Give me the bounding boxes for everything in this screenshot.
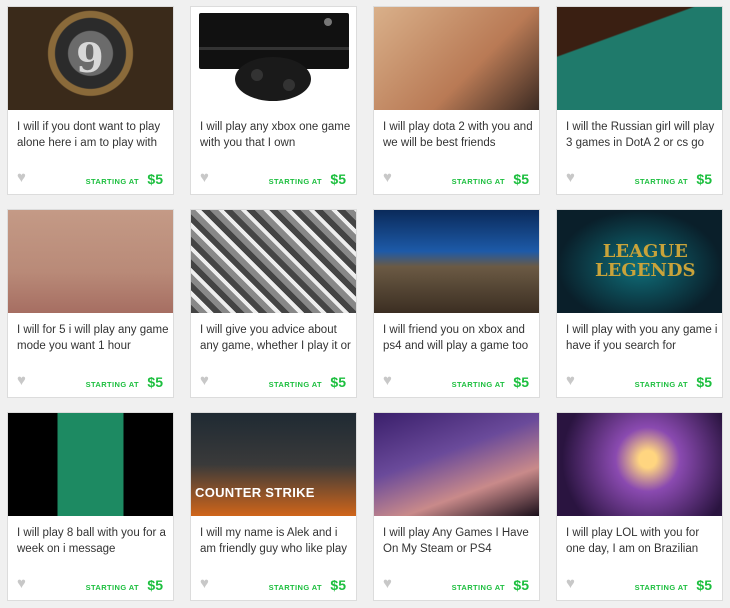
heart-icon[interactable]: ♥ [566, 170, 579, 185]
gig-price: $5 [696, 171, 712, 187]
gig-price: $5 [513, 171, 529, 187]
gig-title[interactable]: I will play 8 ball with you for a week o… [17, 525, 169, 559]
gig-price: $5 [513, 577, 529, 593]
gig-title[interactable]: I will if you dont want to play alone he… [17, 119, 169, 153]
gig-title[interactable]: I will play Any Games I Have On My Steam… [383, 525, 535, 559]
gig-card[interactable]: COUNTER STRIKE I will my name is Alek an… [190, 412, 357, 601]
heart-icon[interactable]: ♥ [383, 576, 396, 591]
gig-title[interactable]: I will play any xbox one game with you t… [200, 119, 352, 153]
gig-title[interactable]: I will friend you on xbox and ps4 and wi… [383, 322, 535, 356]
gig-card[interactable]: 9 I will if you dont want to play alone … [7, 6, 174, 195]
heart-icon[interactable]: ♥ [200, 170, 213, 185]
heart-icon[interactable]: ♥ [200, 373, 213, 388]
starting-at-label: STARTING AT [268, 177, 322, 186]
gig-card[interactable]: I will give you advice about any game, w… [190, 209, 357, 398]
gig-thumbnail[interactable] [191, 7, 356, 110]
gig-card[interactable]: I will play Any Games I Have On My Steam… [373, 412, 540, 601]
gig-card[interactable]: I will play LOL with you for one day, I … [556, 412, 723, 601]
gig-title[interactable]: I will play with you any game i have if … [566, 322, 718, 356]
starting-at-label: STARTING AT [85, 177, 139, 186]
gig-title[interactable]: I will the Russian girl will play 3 game… [566, 119, 718, 153]
gig-title[interactable]: I will give you advice about any game, w… [200, 322, 352, 356]
gig-grid: 9 I will if you dont want to play alone … [0, 0, 730, 608]
gig-thumbnail[interactable]: COUNTER STRIKE [191, 413, 356, 516]
heart-icon[interactable]: ♥ [383, 373, 396, 388]
gig-card[interactable]: I will the Russian girl will play 3 game… [556, 6, 723, 195]
heart-icon[interactable]: ♥ [566, 373, 579, 388]
gig-price: $5 [147, 577, 163, 593]
gig-thumbnail[interactable] [191, 210, 356, 313]
xbox-console-image [199, 13, 349, 101]
gig-price: $5 [696, 374, 712, 390]
gig-price: $5 [513, 374, 529, 390]
gig-card[interactable]: I will play 8 ball with you for a week o… [7, 412, 174, 601]
gig-title[interactable]: I will my name is Alek and i am friendly… [200, 525, 352, 559]
starting-at-label: STARTING AT [451, 177, 505, 186]
gig-card[interactable]: I will for 5 i will play any game mode y… [7, 209, 174, 398]
gig-title[interactable]: I will play LOL with you for one day, I … [566, 525, 718, 559]
heart-icon[interactable]: ♥ [17, 373, 30, 388]
gig-price: $5 [696, 577, 712, 593]
gig-thumbnail[interactable] [8, 413, 173, 516]
starting-at-label: STARTING AT [451, 380, 505, 389]
starting-at-label: STARTING AT [634, 177, 688, 186]
gig-price: $5 [147, 374, 163, 390]
gig-thumbnail[interactable] [557, 413, 722, 516]
gig-thumbnail[interactable] [374, 210, 539, 313]
league-of-legends-logo: LEAGUE LEGENDS [595, 241, 696, 281]
heart-icon[interactable]: ♥ [566, 576, 579, 591]
starting-at-label: STARTING AT [634, 380, 688, 389]
gig-thumbnail[interactable]: LEAGUE LEGENDS [557, 210, 722, 313]
starting-at-label: STARTING AT [634, 583, 688, 592]
starting-at-label: STARTING AT [85, 380, 139, 389]
gig-price: $5 [330, 374, 346, 390]
gig-card[interactable]: I will play any xbox one game with you t… [190, 6, 357, 195]
heart-icon[interactable]: ♥ [200, 576, 213, 591]
gig-price: $5 [330, 171, 346, 187]
hearthstone-logo: 9 [76, 35, 104, 82]
starting-at-label: STARTING AT [268, 583, 322, 592]
starting-at-label: STARTING AT [451, 583, 505, 592]
heart-icon[interactable]: ♥ [17, 576, 30, 591]
gig-price: $5 [330, 577, 346, 593]
gig-price: $5 [147, 171, 163, 187]
starting-at-label: STARTING AT [268, 380, 322, 389]
counter-strike-logo: COUNTER STRIKE [195, 485, 315, 500]
gig-card[interactable]: I will friend you on xbox and ps4 and wi… [373, 209, 540, 398]
gig-thumbnail[interactable]: 9 [8, 7, 173, 110]
starting-at-label: STARTING AT [85, 583, 139, 592]
gig-thumbnail[interactable] [374, 7, 539, 110]
gig-thumbnail[interactable] [557, 7, 722, 110]
gig-card[interactable]: I will play dota 2 with you and we will … [373, 6, 540, 195]
gig-card[interactable]: LEAGUE LEGENDS I will play with you any … [556, 209, 723, 398]
gig-thumbnail[interactable] [374, 413, 539, 516]
heart-icon[interactable]: ♥ [383, 170, 396, 185]
gig-title[interactable]: I will play dota 2 with you and we will … [383, 119, 535, 153]
heart-icon[interactable]: ♥ [17, 170, 30, 185]
gig-thumbnail[interactable] [8, 210, 173, 313]
gig-title[interactable]: I will for 5 i will play any game mode y… [17, 322, 169, 356]
